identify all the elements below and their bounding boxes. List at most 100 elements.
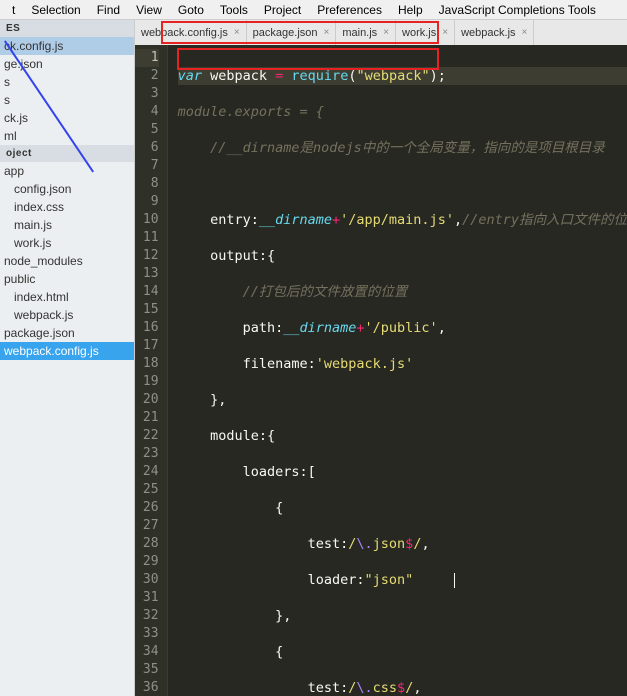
line-number[interactable]: 19 <box>135 373 159 391</box>
code-line[interactable]: module:{ <box>178 427 627 445</box>
line-number[interactable]: 21 <box>135 409 159 427</box>
code-line[interactable]: //打包后的文件放置的位置 <box>178 283 627 301</box>
file-item[interactable]: work.js <box>0 234 134 252</box>
line-number[interactable]: 20 <box>135 391 159 409</box>
menu-item[interactable]: Tools <box>212 1 256 19</box>
tab-label: work.js <box>402 27 436 39</box>
line-number[interactable]: 9 <box>135 193 159 211</box>
code-line[interactable]: { <box>178 643 627 661</box>
line-number[interactable]: 25 <box>135 481 159 499</box>
line-number[interactable]: 32 <box>135 607 159 625</box>
line-number[interactable]: 14 <box>135 283 159 301</box>
code-line[interactable]: var webpack = require("webpack"); <box>178 67 627 85</box>
open-file[interactable]: ge.json <box>0 55 134 73</box>
line-number[interactable]: 22 <box>135 427 159 445</box>
line-number[interactable]: 16 <box>135 319 159 337</box>
file-item[interactable]: index.html <box>0 288 134 306</box>
code-line[interactable]: }, <box>178 607 627 625</box>
menu-item[interactable]: Goto <box>170 1 212 19</box>
code-line[interactable]: //__dirname是nodejs中的一个全局变量，指向的是项目根目录 <box>178 139 627 157</box>
open-file[interactable]: ml <box>0 127 134 145</box>
code-line[interactable]: test:/\.json$/, <box>178 535 627 553</box>
code-line[interactable]: filename:'webpack.js' <box>178 355 627 373</box>
line-number[interactable]: 12 <box>135 247 159 265</box>
sidebar-header-project: oject <box>0 145 134 162</box>
line-number[interactable]: 6 <box>135 139 159 157</box>
code-line[interactable]: { <box>178 499 627 517</box>
close-icon[interactable]: × <box>383 27 389 38</box>
menu-item[interactable]: Help <box>390 1 431 19</box>
line-number[interactable]: 3 <box>135 85 159 103</box>
file-item[interactable]: config.json <box>0 180 134 198</box>
code-line[interactable]: module.exports = { <box>178 103 627 121</box>
line-number[interactable]: 13 <box>135 265 159 283</box>
tab-label: webpack.js <box>461 27 515 39</box>
file-item[interactable]: main.js <box>0 216 134 234</box>
line-gutter: 1234567891011121314151617181920212223242… <box>135 45 168 696</box>
line-number[interactable]: 26 <box>135 499 159 517</box>
code-editor[interactable]: 1234567891011121314151617181920212223242… <box>135 45 627 696</box>
line-number[interactable]: 28 <box>135 535 159 553</box>
tab-label: webpack.config.js <box>141 27 228 39</box>
folder-public[interactable]: public <box>0 270 134 288</box>
menu-item[interactable]: Project <box>256 1 309 19</box>
file-item[interactable]: webpack.js <box>0 306 134 324</box>
line-number[interactable]: 36 <box>135 679 159 696</box>
tab-bar: webpack.config.js × package.json × main.js… <box>135 20 627 45</box>
tab[interactable]: work.js × <box>396 20 455 45</box>
tab-label: package.json <box>253 27 318 39</box>
line-number[interactable]: 7 <box>135 157 159 175</box>
folder-app[interactable]: app <box>0 162 134 180</box>
menu-item[interactable]: View <box>128 1 170 19</box>
menu-item[interactable]: JavaScript Completions Tools <box>431 1 604 19</box>
line-number[interactable]: 24 <box>135 463 159 481</box>
close-icon[interactable]: × <box>234 27 240 38</box>
menu-item[interactable]: Find <box>89 1 128 19</box>
open-file[interactable]: s <box>0 73 134 91</box>
line-number[interactable]: 4 <box>135 103 159 121</box>
tab[interactable]: main.js× <box>336 20 396 45</box>
code-line[interactable]: path:__dirname+'/public', <box>178 319 627 337</box>
menu-item[interactable]: Preferences <box>309 1 390 19</box>
line-number[interactable]: 11 <box>135 229 159 247</box>
close-icon[interactable]: × <box>442 27 448 38</box>
tab[interactable]: webpack.js × <box>455 20 534 45</box>
line-number[interactable]: 5 <box>135 121 159 139</box>
tab[interactable]: webpack.config.js × <box>135 20 247 45</box>
code-line[interactable] <box>178 175 627 193</box>
line-number[interactable]: 33 <box>135 625 159 643</box>
open-file[interactable]: ck.config.js <box>0 37 134 55</box>
code-line[interactable]: loader:"json" <box>178 571 627 589</box>
line-number[interactable]: 2 <box>135 67 159 85</box>
line-number[interactable]: 18 <box>135 355 159 373</box>
line-number[interactable]: 31 <box>135 589 159 607</box>
code-line[interactable]: entry:__dirname+'/app/main.js',//entry指向… <box>178 211 627 229</box>
line-number[interactable]: 34 <box>135 643 159 661</box>
close-icon[interactable]: × <box>522 27 528 38</box>
menu-item[interactable]: t <box>4 1 23 19</box>
line-number[interactable]: 1 <box>135 49 159 67</box>
line-number[interactable]: 35 <box>135 661 159 679</box>
menu-item[interactable]: Selection <box>23 1 88 19</box>
file-item[interactable]: package.json <box>0 324 134 342</box>
line-number[interactable]: 8 <box>135 175 159 193</box>
file-item-active[interactable]: webpack.config.js <box>0 342 134 360</box>
open-file[interactable]: s <box>0 91 134 109</box>
tab[interactable]: package.json × <box>247 20 337 45</box>
line-number[interactable]: 23 <box>135 445 159 463</box>
line-number[interactable]: 15 <box>135 301 159 319</box>
close-icon[interactable]: × <box>324 27 330 38</box>
line-number[interactable]: 27 <box>135 517 159 535</box>
code-line[interactable]: loaders:[ <box>178 463 627 481</box>
code-line[interactable]: test:/\.css$/, <box>178 679 627 696</box>
file-item[interactable]: index.css <box>0 198 134 216</box>
line-number[interactable]: 10 <box>135 211 159 229</box>
code-line[interactable]: output:{ <box>178 247 627 265</box>
code-line[interactable]: }, <box>178 391 627 409</box>
line-number[interactable]: 30 <box>135 571 159 589</box>
open-file[interactable]: ck.js <box>0 109 134 127</box>
line-number[interactable]: 29 <box>135 553 159 571</box>
line-number[interactable]: 17 <box>135 337 159 355</box>
folder-node-modules[interactable]: node_modules <box>0 252 134 270</box>
code-content[interactable]: var webpack = require("webpack"); module… <box>168 45 627 696</box>
